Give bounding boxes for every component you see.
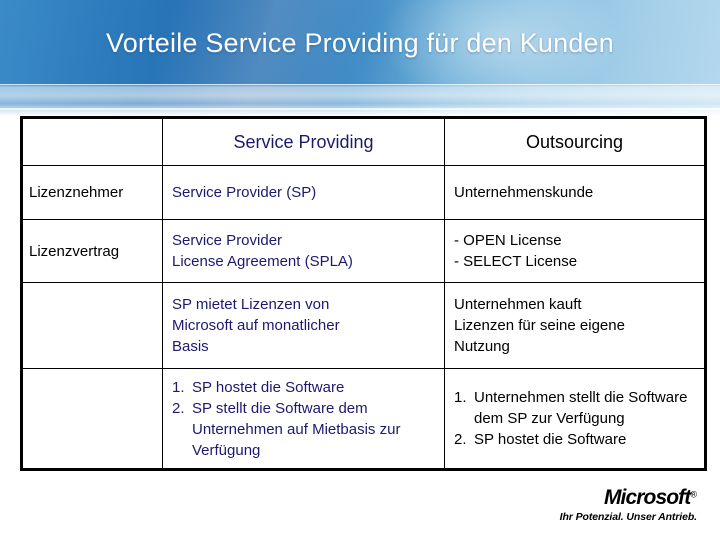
- cell-outsourcing-lizenzvertrag: - OPEN License - SELECT License: [444, 219, 706, 283]
- row-label-lizenznehmer: Lizenznehmer: [29, 184, 124, 201]
- comparison-table: Service Providing Outsourcing Lizenznehm…: [20, 116, 707, 471]
- cell-text-group: 1. Unternehmen stellt die Software dem S…: [445, 380, 704, 457]
- table-header-row: Service Providing Outsourcing: [21, 117, 706, 166]
- row-label-cell-lizenznehmer: Lizenznehmer: [21, 165, 163, 220]
- list-item-number: 2.: [454, 431, 467, 448]
- cell-service-providing-process-steps: 1. SP hostet die Software 2. SP stellt d…: [162, 368, 445, 470]
- cell-service-providing-lizenzvertrag: Service Provider License Agreement (SPLA…: [162, 219, 445, 283]
- cell-line: License Agreement (SPLA): [172, 253, 353, 270]
- comparison-table-wrapper: Service Providing Outsourcing Lizenznehm…: [20, 116, 707, 471]
- list-item-text: SP hostet die Software: [192, 378, 345, 396]
- cell-line: SP mietet Lizenzen von: [172, 296, 330, 313]
- slide-header-banner: Vorteile Service Providing für den Kunde…: [0, 0, 720, 116]
- cell-outsourcing-lizenznehmer: Unternehmenskunde: [444, 165, 706, 220]
- slide-canvas: Vorteile Service Providing für den Kunde…: [0, 0, 720, 540]
- list-item: 1. Unternehmen stellt die Software dem S…: [454, 387, 695, 429]
- table-row: SP mietet Lizenzen von Microsoft auf mon…: [21, 282, 706, 369]
- cell-line: Basis: [172, 338, 209, 355]
- cell-line: Microsoft auf monatlicher: [172, 317, 340, 334]
- table-row: Lizenznehmer Service Provider (SP) Unter…: [21, 165, 706, 220]
- column-header-service-providing: Service Providing: [233, 132, 374, 152]
- cell-outsourcing-process-steps: 1. Unternehmen stellt die Software dem S…: [444, 368, 706, 470]
- table-row: Lizenzvertrag Service Provider License A…: [21, 219, 706, 283]
- list-item-text: Unternehmen stellt die Software dem SP z…: [474, 389, 688, 427]
- table-row: 1. SP hostet die Software 2. SP stellt d…: [21, 368, 706, 470]
- cell-service-providing-lizenznehmer: Service Provider (SP): [162, 165, 445, 220]
- ordered-list-outsourcing: 1. Unternehmen stellt die Software dem S…: [454, 387, 695, 450]
- row-label-lizenzvertrag: Lizenzvertrag: [29, 242, 120, 260]
- microsoft-wordmark: Microsoft: [603, 486, 691, 509]
- list-item-number: 2.: [172, 399, 185, 417]
- list-item-number: 1.: [454, 389, 467, 406]
- cell-text-group: Unternehmenskunde: [445, 175, 704, 210]
- registered-trademark-icon: ®: [690, 489, 697, 500]
- microsoft-wordmark-row: Microsoft®: [545, 487, 697, 509]
- table-header-corner-label: [23, 132, 162, 152]
- row-label-empty: [23, 319, 162, 333]
- cell-service-providing-licensing-model: SP mietet Lizenzen von Microsoft auf mon…: [162, 282, 445, 369]
- table-header-service-providing-cell: Service Providing: [162, 117, 445, 166]
- row-label-cell-empty-1: [21, 282, 163, 369]
- table-header-corner-cell: [21, 117, 163, 166]
- microsoft-logo: Microsoft® Ihr Potenzial. Unser Antrieb.: [545, 487, 697, 524]
- row-label-cell-empty-2: [21, 368, 163, 470]
- cell-text-group: Unternehmen kauft Lizenzen für seine eig…: [445, 287, 704, 364]
- table-header-outsourcing-cell: Outsourcing: [444, 117, 706, 166]
- list-item-text: SP stellt die Software dem Unternehmen a…: [192, 399, 401, 459]
- cell-line: Lizenzen für seine eigene: [454, 317, 625, 334]
- microsoft-tagline: Ihr Potenzial. Unser Antrieb.: [559, 511, 697, 523]
- list-item: 2. SP stellt die Software dem Unternehme…: [172, 398, 435, 461]
- cell-text-group: - OPEN License - SELECT License: [445, 223, 704, 279]
- cell-line: Unternehmen kauft: [454, 296, 582, 313]
- list-item: 2. SP hostet die Software: [454, 429, 695, 450]
- list-item-number: 1.: [172, 378, 185, 396]
- cell-text-group: Service Provider License Agreement (SPLA…: [163, 223, 444, 279]
- cell-outsourcing-licensing-model: Unternehmen kauft Lizenzen für seine eig…: [444, 282, 706, 369]
- cell-line: - OPEN License: [454, 232, 562, 249]
- cell-line: Unternehmenskunde: [454, 184, 594, 201]
- cell-line: Service Provider: [172, 232, 283, 249]
- page-title: Vorteile Service Providing für den Kunde…: [105, 28, 614, 58]
- cell-line: Nutzung: [454, 338, 510, 355]
- list-item-text: SP hostet die Software: [474, 431, 627, 448]
- cell-text-group: 1. SP hostet die Software 2. SP stellt d…: [163, 370, 444, 468]
- column-header-outsourcing: Outsourcing: [525, 132, 624, 152]
- row-label-empty: [23, 412, 162, 426]
- row-label-cell-lizenzvertrag: Lizenzvertrag: [21, 219, 163, 283]
- cell-text-group: Service Provider (SP): [163, 175, 444, 210]
- cell-line: Service Provider (SP): [172, 184, 317, 201]
- cell-text-group: SP mietet Lizenzen von Microsoft auf mon…: [163, 287, 444, 364]
- cell-line: - SELECT License: [454, 253, 578, 270]
- list-item: 1. SP hostet die Software: [172, 377, 435, 398]
- ordered-list-service-providing: 1. SP hostet die Software 2. SP stellt d…: [172, 377, 435, 461]
